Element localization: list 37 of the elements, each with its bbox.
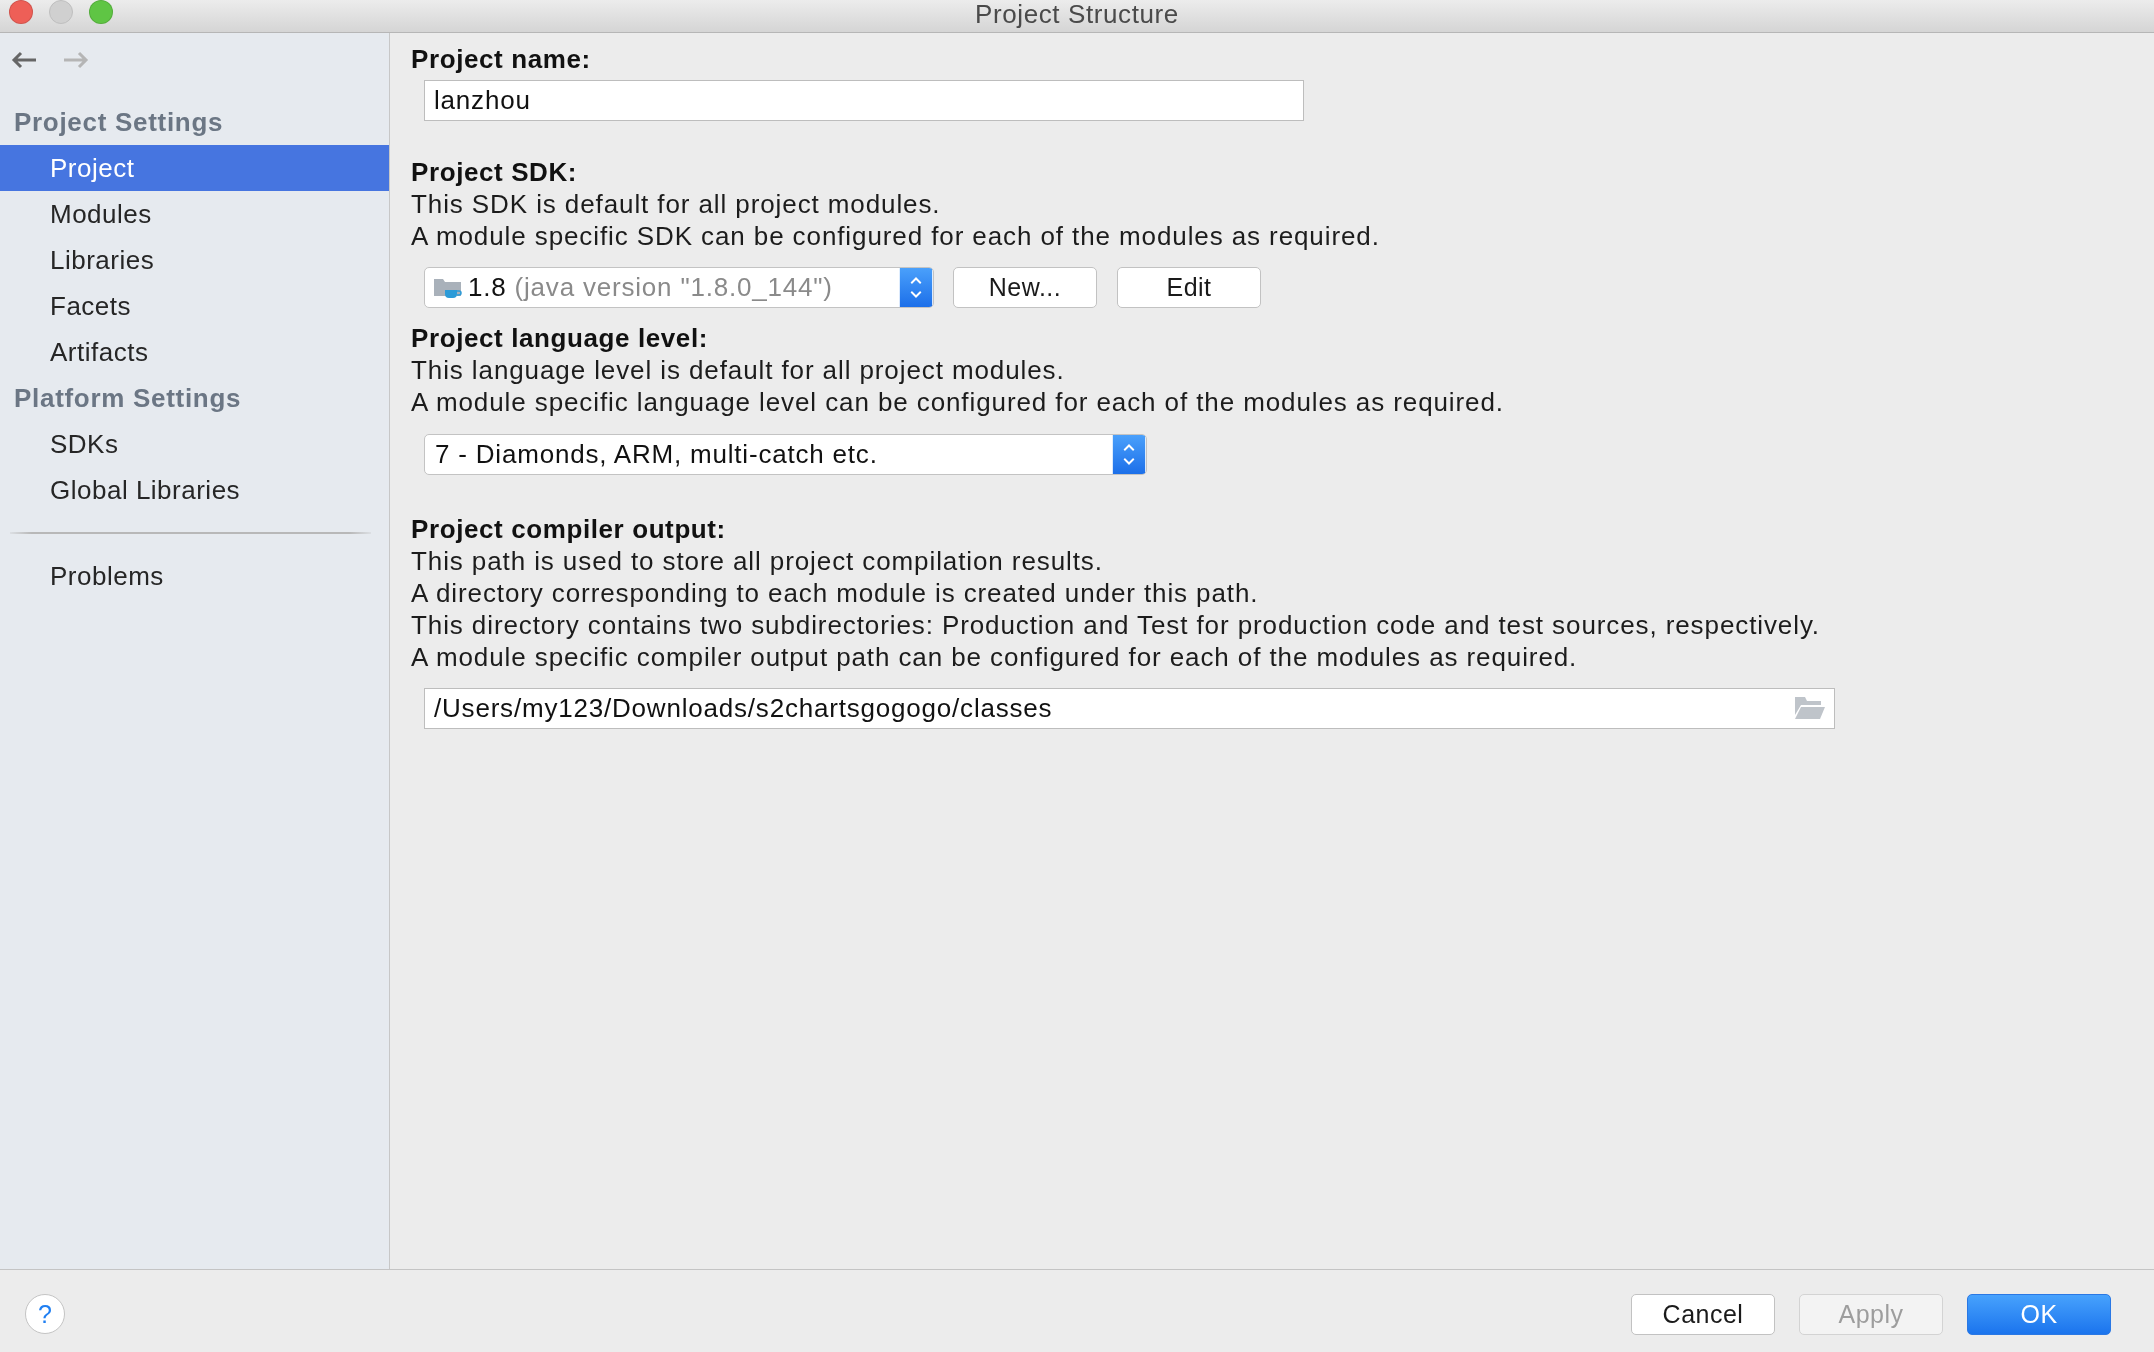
sidebar-item[interactable]: Libraries	[0, 237, 389, 283]
description-text: This SDK is default for all project modules.	[411, 188, 941, 220]
field-label: Project name:	[411, 43, 591, 75]
description-text: This language level is default for all project modules.	[411, 354, 1065, 386]
sidebar-section-header: Platform Settings	[13, 382, 243, 415]
language-level-dropdown[interactable]: 7 - Diamonds, ARM, multi-catch etc.	[424, 434, 1147, 475]
push-button[interactable]: Cancel	[1631, 1293, 1775, 1335]
path-field[interactable]: /Users/my123/Downloads/s2chartsgogogo/classes	[424, 688, 1835, 729]
input-field[interactable]: lanzhou	[424, 80, 1304, 121]
stepper-icon	[899, 268, 933, 307]
sidebar-item[interactable]: Problems	[0, 553, 389, 599]
field-label: Project SDK:	[411, 156, 578, 188]
description-text: A directory corresponding to each module is created under this path.	[411, 577, 1259, 609]
description-text: This directory contains two subdirectories: Production and Test for production code and test sources, respectively.	[411, 609, 1820, 641]
sidebar-item[interactable]: SDKs	[0, 421, 389, 467]
field-label: Project language level:	[411, 322, 708, 354]
sidebar-item[interactable]: Artifacts	[0, 329, 389, 375]
description-text: A module specific language level can be configured for each of the modules as required.	[411, 386, 1504, 418]
sidebar-item[interactable]: Project	[0, 145, 389, 191]
field-label: Project compiler output:	[411, 513, 726, 545]
sdk-dropdown[interactable]: 1.8 (java version "1.8.0_144")	[424, 267, 934, 308]
sidebar-item[interactable]: Modules	[0, 191, 389, 237]
description-text: A module specific SDK can be configured for each of the modules as required.	[411, 220, 1380, 252]
description-text: A module specific compiler output path can be configured for each of the modules as required.	[411, 641, 1578, 673]
left-arrow-icon[interactable]	[11, 51, 37, 69]
open-folder-icon[interactable]	[1795, 697, 1825, 720]
description-text: This path is used to store all project compilation results.	[411, 545, 1103, 577]
push-button[interactable]: Edit	[1117, 267, 1261, 308]
sidebar-item[interactable]: Facets	[0, 283, 389, 329]
zoom-window-icon[interactable]	[89, 0, 113, 24]
push-button[interactable]: New...	[953, 267, 1097, 308]
stepper-icon	[1112, 435, 1146, 474]
close-window-icon[interactable]	[9, 0, 33, 24]
sidebar-item[interactable]: Global Libraries	[0, 467, 389, 513]
sidebar-section-header: Project Settings	[13, 106, 225, 139]
help-button[interactable]: ?	[25, 1294, 65, 1334]
window-title: Project Structure	[975, 0, 1179, 31]
